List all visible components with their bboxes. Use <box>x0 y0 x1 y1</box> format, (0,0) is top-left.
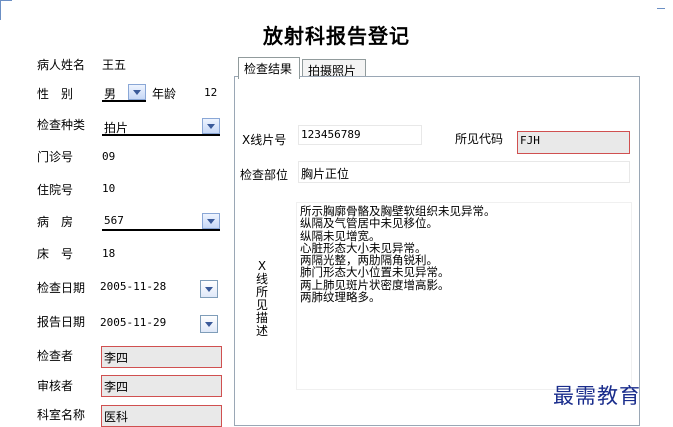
exam-date-label: 检查日期 <box>37 281 86 295</box>
bed-value: 18 <box>102 247 116 260</box>
finding-code-value: FJH <box>520 134 540 147</box>
age-label: 年龄 <box>152 87 177 101</box>
report-date-picker-button[interactable] <box>200 315 218 333</box>
sex-select[interactable]: 男 <box>102 84 146 102</box>
findings-text: 所示胸廓骨骼及胸壁软组织未见异常。 纵隔及气管居中未见移位。 纵隔未见增宽。 心… <box>300 204 496 305</box>
exam-type-value: 拍片 <box>104 121 129 135</box>
examiner-value: 李四 <box>104 351 129 365</box>
clinic-no-label: 门诊号 <box>37 150 74 164</box>
dept-field[interactable]: 医科 <box>101 405 222 427</box>
exam-type-label: 检查种类 <box>37 118 86 132</box>
reviewer-label: 审核者 <box>37 379 74 393</box>
reviewer-field[interactable]: 李四 <box>101 375 222 397</box>
chevron-down-icon[interactable] <box>202 118 220 134</box>
reviewer-value: 李四 <box>104 380 129 394</box>
xray-no-label: X线片号 <box>242 133 287 147</box>
bed-label: 床 号 <box>37 247 74 261</box>
chevron-down-icon[interactable] <box>128 84 146 100</box>
dept-label: 科室名称 <box>37 408 86 422</box>
chevron-down-icon[interactable] <box>202 213 220 229</box>
ward-value: 567 <box>104 214 124 227</box>
page-title: 放射科报告登记 <box>263 24 410 48</box>
sex-label: 性 别 <box>37 87 74 101</box>
exam-part-field[interactable]: 胸片正位 <box>298 161 630 183</box>
inpatient-no-label: 住院号 <box>37 183 74 197</box>
sex-select-value: 男 <box>104 87 117 101</box>
watermark-logo: 最需教育 <box>553 384 641 408</box>
exam-date-picker-button[interactable] <box>200 280 218 298</box>
report-date-label: 报告日期 <box>37 315 86 329</box>
clinic-no-value: 09 <box>102 150 116 163</box>
finding-code-field[interactable]: FJH <box>517 131 630 154</box>
age-value: 12 <box>204 86 218 99</box>
exam-date-value: 2005-11-28 <box>100 280 167 293</box>
xray-no-field[interactable]: 123456789 <box>298 125 422 145</box>
window-corner-right <box>657 8 665 9</box>
ward-select[interactable]: 567 <box>102 213 220 231</box>
exam-type-select[interactable]: 拍片 <box>102 118 220 136</box>
patient-name-label: 病人姓名 <box>37 58 86 72</box>
patient-name-value: 王五 <box>102 58 127 72</box>
findings-label: X线所见描述 <box>256 259 269 338</box>
window-edge-left <box>0 0 1 20</box>
exam-part-label: 检查部位 <box>240 168 289 182</box>
examiner-field[interactable]: 李四 <box>101 346 222 368</box>
dept-value: 医科 <box>104 410 129 424</box>
report-date-value: 2005-11-29 <box>100 316 167 329</box>
tab-exam-result[interactable]: 检查结果 <box>238 57 300 79</box>
exam-part-value: 胸片正位 <box>301 167 350 181</box>
finding-code-label: 所见代码 <box>455 132 504 146</box>
window-corner-left <box>0 0 12 9</box>
xray-no-value: 123456789 <box>301 128 361 141</box>
inpatient-no-value: 10 <box>102 182 116 195</box>
examiner-label: 检查者 <box>37 349 74 363</box>
ward-label: 病 房 <box>37 215 74 229</box>
